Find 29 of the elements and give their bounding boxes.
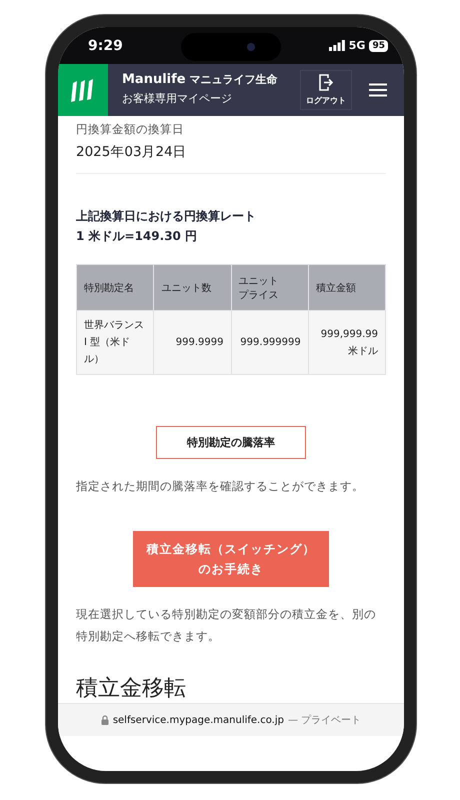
exchange-rate-title: 上記換算日における円換算レート bbox=[76, 208, 257, 225]
exchange-rate-value: 1 米ドル=149.30 円 bbox=[76, 228, 198, 245]
signal-icon bbox=[328, 40, 345, 51]
network-label: 5G bbox=[348, 39, 366, 52]
performance-description: 指定された期間の騰落率を確認することができます。 bbox=[76, 478, 365, 495]
performance-button[interactable]: 特別勘定の騰落率 bbox=[156, 426, 306, 459]
status-time: 9:29 bbox=[88, 38, 123, 54]
table-cell: 999,999.99 米ドル bbox=[308, 310, 386, 374]
url-bar[interactable]: selfservice.mypage.manulife.co.jp — プライベート bbox=[58, 703, 404, 736]
column-header: 積立金額 bbox=[308, 264, 386, 310]
brand-subtitle: お客様専用マイページ bbox=[122, 91, 233, 106]
browsing-mode-label: — プライベート bbox=[288, 714, 362, 727]
column-header: 特別勘定名 bbox=[76, 264, 154, 310]
url-text: selfservice.mypage.manulife.co.jp bbox=[112, 714, 284, 726]
column-header: ユニット数 bbox=[154, 264, 231, 310]
section-heading: 積立金移転 bbox=[76, 675, 187, 703]
switching-description: 現在選択している特別勘定の変額部分の積立金を、別の特別勘定へ移転できます。 bbox=[76, 606, 377, 645]
logout-icon bbox=[319, 74, 333, 91]
conversion-date: 2025年03月24日 bbox=[76, 143, 188, 161]
column-header: ユニット プライス bbox=[231, 264, 308, 310]
table-cell: 世界バランス I 型（米ドル） bbox=[76, 310, 154, 374]
logo-icon[interactable] bbox=[58, 64, 108, 116]
table-cell: 999.9999 bbox=[154, 310, 231, 374]
conversion-date-label: 円換算金額の換算日 bbox=[76, 122, 185, 137]
brand-title: Manulife マニュライフ生命 bbox=[122, 72, 278, 87]
logout-button[interactable]: ログアウト bbox=[300, 70, 352, 110]
table-cell: 999.999999 bbox=[231, 310, 308, 374]
lock-icon bbox=[100, 715, 109, 725]
battery-level: 95 bbox=[369, 40, 388, 52]
